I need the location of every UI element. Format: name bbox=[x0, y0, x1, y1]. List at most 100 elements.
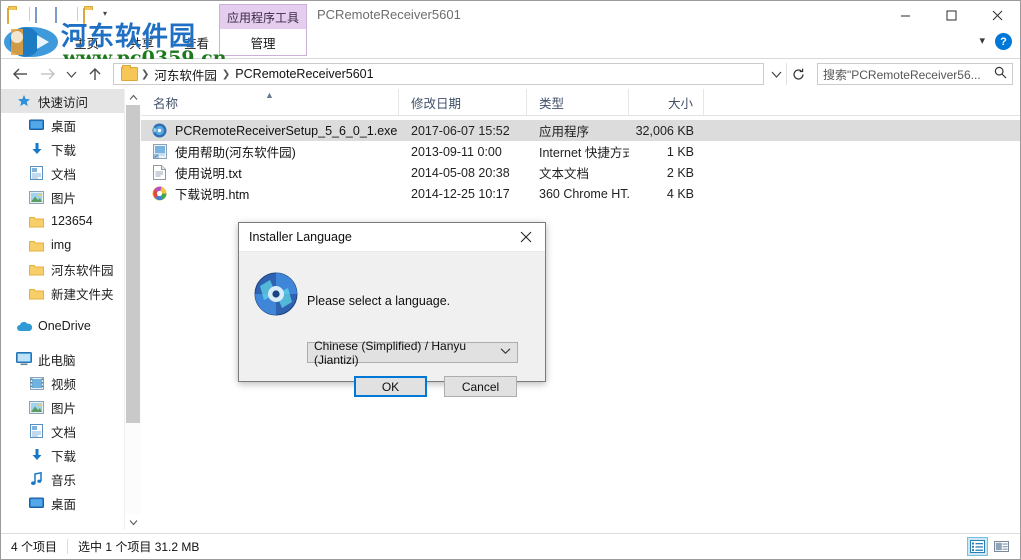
sidebar-item-documents[interactable]: 文档 bbox=[1, 161, 141, 185]
window-controls[interactable] bbox=[882, 1, 1020, 30]
sidebar-item-pictures-pc[interactable]: 图片 bbox=[1, 395, 141, 419]
column-header-name[interactable]: 名称 ▲ bbox=[141, 89, 399, 115]
maximize-button[interactable] bbox=[928, 1, 974, 30]
sort-ascending-icon: ▲ bbox=[265, 90, 274, 100]
selection-info: 选中 1 个项目 31.2 MB bbox=[78, 540, 200, 554]
tab-view-label: 查看 bbox=[184, 37, 210, 51]
view-buttons[interactable] bbox=[967, 537, 1012, 556]
sidebar-item-quick-access[interactable]: 快速访问 bbox=[1, 89, 141, 113]
column-header-type[interactable]: 类型 bbox=[527, 89, 629, 115]
breadcrumb-item-1[interactable]: PCRemoteReceiver5601 bbox=[231, 67, 377, 81]
internet-shortcut-icon bbox=[151, 144, 168, 160]
sidebar-item-new-folder[interactable]: 新建文件夹 bbox=[1, 281, 141, 305]
sidebar-item-downloads[interactable]: 下载 bbox=[1, 137, 141, 161]
scroll-down-button[interactable] bbox=[125, 514, 141, 530]
window-title: PCRemoteReceiver5601 bbox=[317, 7, 461, 22]
ok-button[interactable]: OK bbox=[354, 376, 427, 397]
sidebar-item-music[interactable]: 音乐 bbox=[1, 467, 141, 491]
quick-access-toolbar[interactable]: ▾ bbox=[7, 4, 107, 24]
ribbon-expand-chevron-down-icon[interactable]: ▾ bbox=[979, 36, 985, 47]
table-row[interactable]: PCRemoteReceiverSetup_5_6_0_1.exe 2017-0… bbox=[141, 120, 1020, 141]
table-row[interactable]: 下载说明.htm 2014-12-25 10:17 360 Chrome HT.… bbox=[141, 183, 1020, 204]
properties-icon[interactable] bbox=[35, 6, 52, 23]
search-input-value[interactable]: 搜索"PCRemoteReceiver56... bbox=[823, 66, 994, 83]
sidebar-item-123654[interactable]: 123654 bbox=[1, 209, 141, 233]
chevron-up-icon bbox=[129, 94, 137, 100]
large-icons-view-button[interactable] bbox=[991, 537, 1012, 556]
sidebar-item-desktop-pc[interactable]: 桌面 bbox=[1, 491, 141, 515]
file-name-cell[interactable]: 使用说明.txt bbox=[141, 163, 399, 182]
table-row[interactable]: 使用说明.txt 2014-05-08 20:38 文本文档 2 KB bbox=[141, 162, 1020, 183]
tab-manage-label: 管理 bbox=[250, 36, 276, 51]
ribbon-tabs[interactable]: 主页 共享 查看 bbox=[59, 29, 224, 59]
sidebar-item-documents-pc[interactable]: 文档 bbox=[1, 419, 141, 443]
sidebar-item-pictures[interactable]: 图片 bbox=[1, 185, 141, 209]
tab-share[interactable]: 共享 bbox=[114, 30, 169, 59]
qat-customize-chevron-icon[interactable]: ▾ bbox=[103, 10, 107, 18]
column-header-date[interactable]: 修改日期 bbox=[399, 89, 527, 115]
pictures-icon bbox=[28, 399, 45, 415]
new-folder-icon[interactable] bbox=[55, 6, 72, 23]
sidebar-item-onedrive[interactable]: OneDrive bbox=[1, 314, 141, 338]
close-button[interactable] bbox=[974, 1, 1020, 30]
file-name-cell[interactable]: 使用帮助(河东软件园) bbox=[141, 142, 399, 161]
sidebar-item-img-label: img bbox=[51, 238, 72, 252]
chevron-down-icon bbox=[129, 519, 137, 525]
refresh-button[interactable] bbox=[786, 63, 809, 85]
file-date-cell: 2014-12-25 10:17 bbox=[411, 186, 510, 201]
qat-folder-icon[interactable] bbox=[83, 6, 100, 24]
help-icon[interactable]: ? bbox=[995, 33, 1012, 50]
navigation-pane-scrollbar[interactable] bbox=[124, 89, 141, 530]
watermark-logo-icon bbox=[4, 27, 58, 57]
chevron-down-icon[interactable] bbox=[500, 347, 511, 358]
column-header-size[interactable]: 大小 bbox=[629, 89, 704, 115]
chevron-down-icon bbox=[66, 71, 76, 78]
column-header-size-label: 大小 bbox=[667, 96, 693, 111]
file-size-cell: 1 KB bbox=[666, 144, 694, 159]
details-view-button[interactable] bbox=[967, 537, 988, 556]
sidebar-item-videos[interactable]: 视频 bbox=[1, 371, 141, 395]
sidebar-item-desktop[interactable]: 桌面 bbox=[1, 113, 141, 137]
scrollbar-track[interactable] bbox=[125, 105, 141, 514]
sidebar-item-this-pc[interactable]: 此电脑 bbox=[1, 347, 141, 371]
dialog-close-button[interactable] bbox=[511, 224, 541, 250]
forward-button[interactable] bbox=[35, 62, 60, 86]
file-name-cell[interactable]: PCRemoteReceiverSetup_5_6_0_1.exe bbox=[141, 123, 399, 139]
folder-icon bbox=[28, 213, 45, 229]
text-file-icon bbox=[151, 165, 168, 181]
tab-manage[interactable]: 管理 bbox=[219, 29, 307, 56]
back-button[interactable] bbox=[8, 62, 33, 86]
up-button[interactable] bbox=[82, 62, 107, 86]
sidebar-item-downloads-pc[interactable]: 下载 bbox=[1, 443, 141, 467]
ribbon-controls[interactable]: ▾ ? bbox=[979, 33, 1012, 50]
tab-home[interactable]: 主页 bbox=[59, 30, 114, 59]
scroll-up-button[interactable] bbox=[125, 89, 141, 105]
breadcrumb[interactable]: ❯ 河东软件园 ❯ PCRemoteReceiver5601 bbox=[113, 63, 764, 85]
back-arrow-icon bbox=[13, 68, 27, 80]
file-rows: PCRemoteReceiverSetup_5_6_0_1.exe 2017-0… bbox=[141, 116, 1020, 204]
table-row[interactable]: 使用帮助(河东软件园) 2013-09-11 0:00 Internet 快捷方… bbox=[141, 141, 1020, 162]
cancel-button[interactable]: Cancel bbox=[444, 376, 517, 397]
navigation-pane: 快速访问 桌面 下载 文档 图片 123654 img 河东软件园 新建文件夹 … bbox=[1, 89, 141, 530]
sidebar-item-hedong[interactable]: 河东软件园 bbox=[1, 257, 141, 281]
file-size-cell: 4 KB bbox=[666, 186, 694, 201]
breadcrumb-separator-icon[interactable]: ❯ bbox=[140, 69, 150, 80]
search-input[interactable]: 搜索"PCRemoteReceiver56... bbox=[817, 63, 1013, 85]
column-headers: 名称 ▲ 修改日期 类型 大小 bbox=[141, 89, 1020, 116]
breadcrumb-separator-icon-2[interactable]: ❯ bbox=[221, 69, 231, 80]
address-dropdown-button[interactable] bbox=[766, 63, 786, 85]
contextual-group-label: 应用程序工具 bbox=[219, 4, 307, 29]
tab-view[interactable]: 查看 bbox=[169, 30, 224, 59]
language-select[interactable]: Chinese (Simplified) / Hanyu (Jiantizi) bbox=[307, 339, 518, 367]
file-name-cell[interactable]: 下载说明.htm bbox=[141, 184, 399, 203]
search-icon[interactable] bbox=[994, 66, 1007, 82]
recent-locations-button[interactable] bbox=[62, 62, 80, 86]
scrollbar-thumb[interactable] bbox=[126, 105, 140, 423]
breadcrumb-folder-icon[interactable] bbox=[121, 65, 138, 81]
breadcrumb-item-0[interactable]: 河东软件园 bbox=[150, 65, 221, 84]
sidebar-item-img[interactable]: img bbox=[1, 233, 141, 257]
minimize-button[interactable] bbox=[882, 1, 928, 30]
file-size-cell: 2 KB bbox=[666, 165, 694, 180]
pin-to-quick-access-icon[interactable] bbox=[7, 6, 24, 24]
navigation-buttons[interactable] bbox=[8, 62, 107, 86]
